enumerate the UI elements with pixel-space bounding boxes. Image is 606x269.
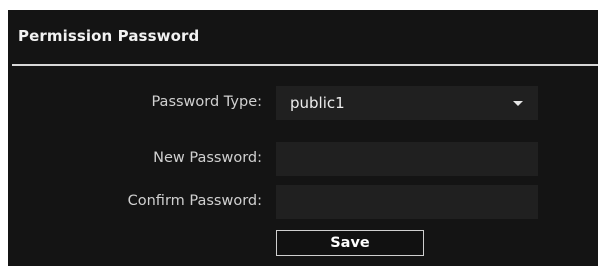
new-password-field[interactable] [276, 142, 538, 176]
save-button[interactable]: Save [276, 230, 424, 256]
panel-title: Permission Password [18, 27, 200, 45]
password-type-select[interactable]: public1 [276, 86, 538, 120]
confirm-password-field[interactable] [276, 185, 538, 219]
title-divider [12, 64, 598, 66]
confirm-password-label: Confirm Password: [127, 193, 262, 209]
password-type-label: Password Type: [151, 94, 262, 110]
password-type-value: public1 [290, 94, 345, 112]
chevron-down-icon[interactable] [513, 101, 523, 106]
permission-password-panel: Permission Password Password Type: publi… [8, 10, 598, 266]
new-password-label: New Password: [153, 150, 262, 166]
